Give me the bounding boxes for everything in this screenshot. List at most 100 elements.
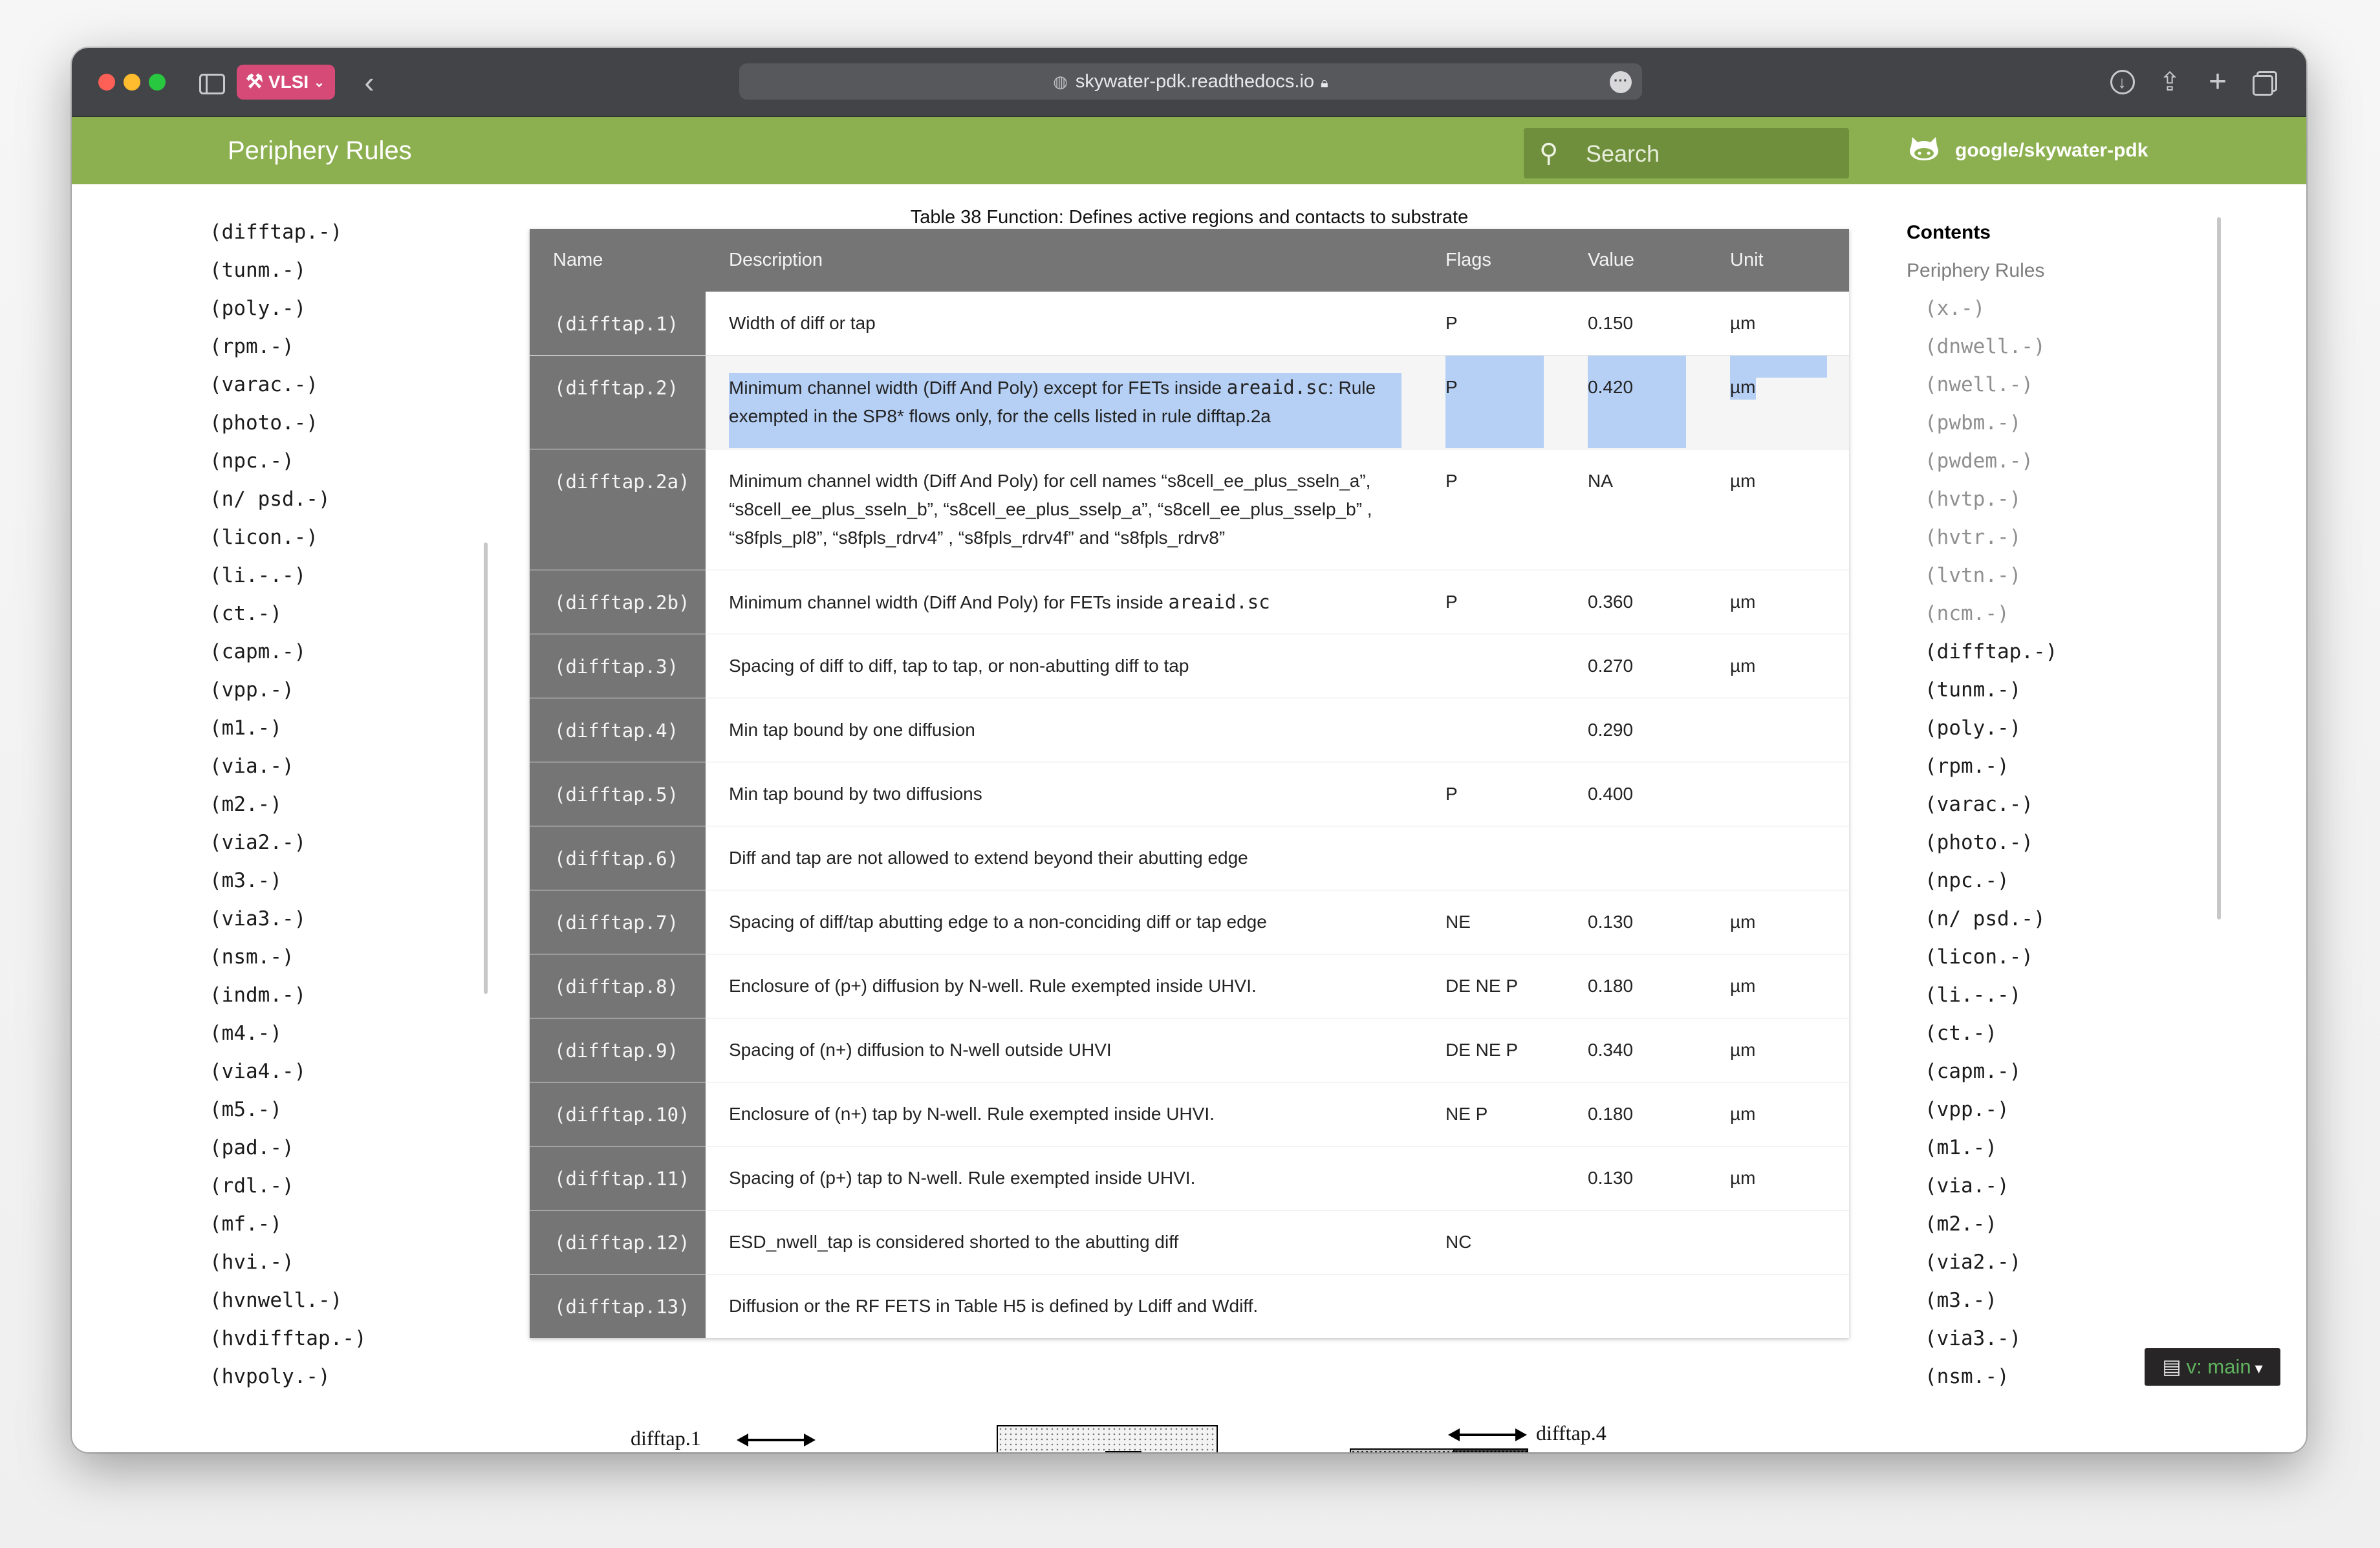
nav-item[interactable]: (indm.-) — [210, 976, 468, 1015]
toc-item[interactable]: (m1.-) — [1907, 1129, 2178, 1167]
text-selection-highlight — [1445, 356, 1544, 448]
rule-flags: DE NE P — [1445, 976, 1519, 996]
nav-item[interactable]: (m1.-) — [210, 709, 468, 747]
table-row: (difftap.12) ESD_nwell_tap is considered… — [530, 1210, 1849, 1274]
nav-item[interactable]: (m5.-) — [210, 1091, 468, 1129]
toc-item[interactable]: (li.-.-) — [1907, 976, 2178, 1015]
nav-item[interactable]: (li.-.-) — [210, 557, 468, 595]
left-nav-scrollbar[interactable] — [484, 543, 488, 994]
toc-item[interactable]: (ncm.-) — [1907, 595, 2178, 633]
nav-item[interactable]: (vpp.-) — [210, 671, 468, 709]
toc-item[interactable]: (via.-) — [1907, 1167, 2178, 1205]
toc-item[interactable]: (nsm.-) — [1907, 1358, 2178, 1396]
nav-item[interactable]: (m2.-) — [210, 786, 468, 824]
rule-description: Spacing of diff/tap abutting edge to a n… — [729, 912, 1267, 932]
column-header-description: Description — [729, 250, 823, 270]
rule-unit: µm — [1730, 1168, 1756, 1188]
rule-name: (difftap.11) — [530, 1146, 706, 1210]
rule-name: (difftap.12) — [530, 1210, 706, 1274]
rule-flags: NE — [1445, 912, 1471, 932]
tab-overview-icon[interactable] — [2250, 66, 2278, 98]
version-selector[interactable]: ▤ v: main ▾ — [2145, 1348, 2280, 1386]
toc-item[interactable]: (vpp.-) — [1907, 1091, 2178, 1129]
nav-item[interactable]: (m3.-) — [210, 862, 468, 900]
nav-item[interactable]: (capm.-) — [210, 633, 468, 671]
nav-item[interactable]: (hvi.-) — [210, 1243, 468, 1282]
zoom-window-button[interactable] — [149, 74, 166, 91]
new-tab-icon[interactable]: + — [2203, 66, 2232, 98]
nav-item[interactable]: (hvdifftap.-) — [210, 1320, 468, 1358]
toc-root-link[interactable]: Periphery Rules — [1907, 252, 2178, 290]
toc-item[interactable]: (via3.-) — [1907, 1320, 2178, 1358]
figure-label-difftap-4: difftap.4 — [1536, 1421, 1606, 1445]
nav-item[interactable]: (hvpoly.-) — [210, 1358, 468, 1396]
toc-item[interactable]: (npc.-) — [1907, 862, 2178, 900]
toc-item[interactable]: (m2.-) — [1907, 1205, 2178, 1243]
nav-item[interactable]: (rdl.-) — [210, 1167, 468, 1205]
toc-item[interactable]: (capm.-) — [1907, 1053, 2178, 1091]
toc-item[interactable]: (x.-) — [1907, 290, 2178, 328]
nav-item[interactable]: (hvnwell.-) — [210, 1282, 468, 1320]
sidebar-toggle-icon[interactable] — [197, 66, 225, 98]
nav-item[interactable]: (difftap.-) — [210, 213, 468, 252]
nav-item[interactable]: (licon.-) — [210, 519, 468, 557]
toc-item[interactable]: (m3.-) — [1907, 1282, 2178, 1320]
share-icon[interactable]: ⇪ — [2156, 66, 2184, 98]
nav-item[interactable]: (m4.-) — [210, 1015, 468, 1053]
back-button[interactable]: ‹ — [356, 66, 382, 98]
toc-item[interactable]: (pwbm.-) — [1907, 404, 2178, 442]
rule-description: Min tap bound by two diffusions — [729, 784, 982, 804]
toc-item[interactable]: (varac.-) — [1907, 786, 2178, 824]
nav-item[interactable]: (photo.-) — [210, 404, 468, 442]
toc-item[interactable]: (poly.-) — [1907, 709, 2178, 747]
toc-item[interactable]: (pwdem.-) — [1907, 442, 2178, 480]
search-box[interactable]: ⚲ — [1524, 128, 1849, 178]
book-icon: ▤ — [2162, 1355, 2181, 1378]
nav-item[interactable]: (via.-) — [210, 747, 468, 786]
close-window-button[interactable] — [98, 74, 115, 91]
toc-title: Contents — [1907, 222, 1991, 243]
nav-item[interactable]: (via2.-) — [210, 824, 468, 862]
search-input[interactable] — [1585, 137, 1839, 171]
rule-description: Diff and tap are not allowed to extend b… — [729, 848, 1248, 868]
toc-item[interactable]: (dnwell.-) — [1907, 328, 2178, 366]
address-bar[interactable]: ◍ skywater-pdk.readthedocs.io 🔒︎ ··· — [739, 63, 1642, 100]
nav-item[interactable]: (ct.-) — [210, 595, 468, 633]
toc-item[interactable]: (ct.-) — [1907, 1015, 2178, 1053]
tab-group-button[interactable]: ⚒ VLSI ⌄ — [237, 65, 335, 100]
nav-item[interactable]: (tunm.-) — [210, 252, 468, 290]
nav-item[interactable]: (pad.-) — [210, 1129, 468, 1167]
toc-item[interactable]: (hvtp.-) — [1907, 480, 2178, 519]
nav-item[interactable]: (mf.-) — [210, 1205, 468, 1243]
toc-item[interactable]: (rpm.-) — [1907, 747, 2178, 786]
nav-item[interactable]: (nsm.-) — [210, 938, 468, 976]
download-icon[interactable]: ↓ — [2108, 66, 2136, 98]
nav-item[interactable]: (poly.-) — [210, 290, 468, 328]
table-row: (difftap.7) Spacing of diff/tap abutting… — [530, 890, 1849, 954]
table-row: (difftap.2a) Minimum channel width (Diff… — [530, 449, 1849, 570]
toc-item[interactable]: (hvtr.-) — [1907, 519, 2178, 557]
rule-flags: NC — [1445, 1232, 1472, 1252]
minimize-window-button[interactable] — [124, 74, 140, 91]
nav-item[interactable]: (via3.-) — [210, 900, 468, 938]
nav-item[interactable]: (rpm.-) — [210, 328, 468, 366]
nav-item[interactable]: (varac.-) — [210, 366, 468, 404]
toc-item[interactable]: (difftap.-) — [1907, 633, 2178, 671]
rule-value: 0.270 — [1588, 656, 1634, 676]
nav-item[interactable]: (n/ psd.-) — [210, 480, 468, 519]
toc-scrollbar[interactable] — [2217, 217, 2221, 919]
more-options-icon[interactable]: ··· — [1610, 71, 1632, 93]
nav-item[interactable]: (via4.-) — [210, 1053, 468, 1091]
toc-item[interactable]: (licon.-) — [1907, 938, 2178, 976]
column-header-flags: Flags — [1445, 250, 1491, 270]
toc-item[interactable]: (via2.-) — [1907, 1243, 2178, 1282]
nav-item[interactable]: (npc.-) — [210, 442, 468, 480]
toc-item[interactable]: (tunm.-) — [1907, 671, 2178, 709]
repo-link[interactable]: google/skywater-pdk — [1909, 117, 2148, 184]
site-title[interactable]: Periphery Rules — [228, 117, 412, 184]
toc-item[interactable]: (photo.-) — [1907, 824, 2178, 862]
toc-item[interactable]: (n/ psd.-) — [1907, 900, 2178, 938]
toc-item[interactable]: (lvtn.-) — [1907, 557, 2178, 595]
rule-value: 0.130 — [1588, 1168, 1634, 1188]
toc-item[interactable]: (nwell.-) — [1907, 366, 2178, 404]
